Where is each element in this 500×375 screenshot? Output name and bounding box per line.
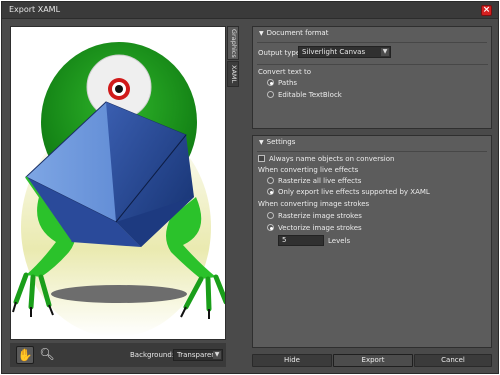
close-icon[interactable]: × (481, 5, 492, 16)
radio-paths[interactable]: Paths (267, 79, 297, 87)
image-strokes-label: When converting image strokes (258, 200, 370, 208)
hide-button[interactable]: Hide (252, 354, 332, 367)
collapse-triangle-icon: ▼ (259, 30, 264, 37)
vectorize-image-strokes-label: Vectorize image strokes (278, 224, 362, 232)
levels-input[interactable]: 5 (278, 235, 324, 246)
radio-icon (267, 177, 274, 184)
checkbox-icon (258, 155, 265, 162)
divider (257, 64, 488, 65)
radio-editable-textblock-label: Editable TextBlock (278, 91, 342, 99)
preview-canvas[interactable] (10, 26, 226, 340)
always-name-checkbox[interactable]: Always name objects on conversion (258, 155, 394, 163)
levels-label: Levels (328, 237, 351, 245)
hand-icon[interactable]: ✋ (16, 346, 34, 364)
tab-xaml[interactable]: XAML (227, 61, 239, 87)
zoom-icon[interactable]: 🔍︎ (38, 346, 56, 364)
preview-artwork (11, 27, 225, 339)
rasterize-live-effects-label: Rasterize all live effects (278, 177, 362, 185)
output-type-label: Output type (258, 49, 301, 57)
chevron-down-icon: ▼ (213, 351, 221, 359)
document-format-header[interactable]: ▼ Document format (253, 27, 491, 40)
export-supported-effects-label: Only export live effects supported by XA… (278, 188, 430, 196)
radio-editable-textblock[interactable]: Editable TextBlock (267, 91, 342, 99)
export-button[interactable]: Export (333, 354, 413, 367)
settings-header[interactable]: ▼ Settings (253, 136, 491, 149)
export-xaml-window: Export XAML × Graphics XAML ✋ 🔍︎ Backgro… (1, 1, 499, 374)
rasterize-image-strokes-label: Rasterize image strokes (278, 212, 362, 220)
radio-selected-icon (267, 224, 274, 231)
radio-rasterize-image-strokes[interactable]: Rasterize image strokes (267, 212, 362, 220)
document-format-panel: ▼ Document format Output type Silverlight… (252, 26, 492, 129)
divider (257, 151, 487, 152)
output-type-value: Silverlight Canvas (302, 48, 366, 56)
settings-title: Settings (266, 138, 296, 146)
radio-rasterize-live-effects[interactable]: Rasterize all live effects (267, 177, 361, 185)
radio-selected-icon (267, 79, 274, 86)
background-label: Background: (130, 351, 175, 359)
always-name-label: Always name objects on conversion (269, 155, 395, 163)
window-title: Export XAML (9, 5, 61, 14)
radio-icon (267, 91, 274, 98)
divider (257, 42, 487, 43)
radio-export-supported-effects[interactable]: Only export live effects supported by XA… (267, 188, 430, 196)
preview-toolbar: ✋ 🔍︎ Background: Transparent ▼ (10, 343, 226, 367)
chevron-down-icon: ▼ (381, 48, 389, 56)
cancel-button[interactable]: Cancel (414, 354, 492, 367)
radio-selected-icon (267, 188, 274, 195)
background-select[interactable]: Transparent ▼ (173, 349, 223, 361)
live-effects-label: When converting live effects (258, 166, 359, 174)
title-bar: Export XAML × (2, 2, 498, 19)
tab-graphics[interactable]: Graphics (227, 26, 239, 60)
output-type-select[interactable]: Silverlight Canvas ▼ (298, 46, 391, 58)
convert-text-label: Convert text to (258, 68, 311, 76)
radio-icon (267, 212, 274, 219)
preview-side-tabs: Graphics XAML (227, 26, 239, 90)
collapse-triangle-icon: ▼ (259, 139, 264, 146)
radio-paths-label: Paths (278, 79, 298, 87)
settings-panel: ▼ Settings Always name objects on convers… (252, 135, 492, 348)
document-format-title: Document format (266, 29, 329, 37)
radio-vectorize-image-strokes[interactable]: Vectorize image strokes (267, 224, 362, 232)
